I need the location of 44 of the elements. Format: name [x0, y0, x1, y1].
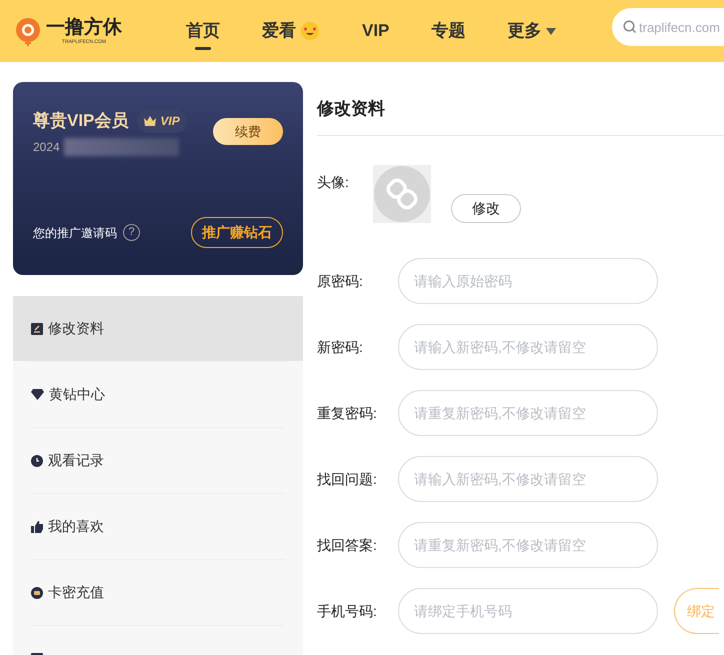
clock-icon	[31, 454, 43, 466]
input-field[interactable]: 请输入新密码,不修改请留空	[398, 324, 658, 370]
field-label: 原密码:	[317, 272, 364, 290]
input-field[interactable]: 请绑定手机号码	[398, 588, 658, 634]
field-label: 找回问题:	[317, 470, 378, 488]
gamepad-icon	[31, 586, 43, 598]
avatar-label: 头像:	[317, 173, 350, 192]
vip-badge: VIP	[137, 108, 187, 133]
invite-code-label: 您的推广邀请码	[33, 224, 117, 242]
field-label: 手机号码:	[317, 602, 378, 620]
nav-link[interactable]: 首页	[186, 0, 220, 62]
sidebar-item[interactable]: 修改资料	[13, 296, 303, 361]
sidebar-item[interactable]: 黄钻中心	[13, 362, 303, 427]
input-field[interactable]: 请重复新密码,不修改请留空	[398, 390, 658, 436]
renew-button[interactable]: 续费	[213, 118, 283, 145]
page-title: 修改资料	[317, 98, 385, 120]
logo-text: 一撸方休	[46, 18, 122, 36]
sidebar-item[interactable]: 卡密充值	[13, 560, 303, 625]
heart-eyes-emoji-icon	[300, 21, 320, 41]
change-avatar-button[interactable]: 修改	[451, 194, 521, 223]
field-label: 找回答案:	[317, 536, 378, 554]
field-label: 重复密码:	[317, 404, 378, 422]
nav-link[interactable]: 更多	[507, 0, 556, 62]
crown-icon	[144, 116, 156, 126]
search-field[interactable]: traplifecn.com	[612, 8, 724, 46]
input-field[interactable]: 请输入原始密码	[398, 258, 658, 304]
promo-button[interactable]: 推广赚钻石	[191, 217, 283, 248]
sidebar-item[interactable]: 观看记录	[13, 428, 303, 493]
help-icon[interactable]: ?	[123, 224, 140, 241]
nav-link[interactable]: VIP	[362, 0, 390, 62]
vip-title: 尊贵VIP会员	[33, 110, 128, 132]
logo-icon	[14, 16, 42, 46]
nav-link[interactable]: 爱看	[262, 0, 320, 62]
search-icon	[623, 20, 637, 34]
diamond-icon	[31, 389, 44, 400]
field-label: 新密码:	[317, 338, 364, 356]
vip-date: 2024	[33, 138, 60, 156]
nav-link[interactable]: 专题	[431, 0, 466, 62]
edit-icon	[31, 322, 43, 334]
input-field[interactable]: 请重复新密码,不修改请留空	[398, 522, 658, 568]
sidebar-item[interactable]: 我的喜欢	[13, 494, 303, 559]
input-field[interactable]: 请输入新密码,不修改请留空	[398, 456, 658, 502]
caret-icon	[546, 28, 556, 34]
thumbs-up-icon	[31, 520, 43, 532]
